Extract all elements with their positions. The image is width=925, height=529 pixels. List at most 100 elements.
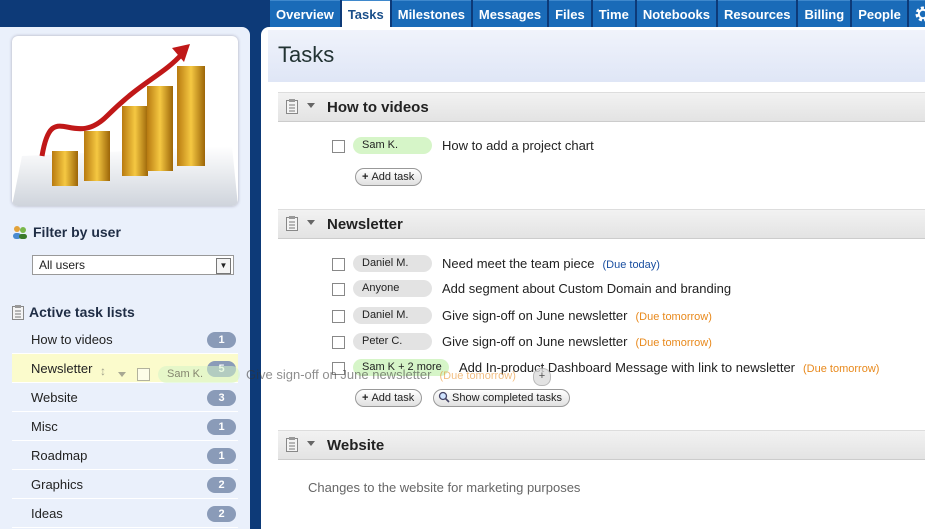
due-date: (Due today) — [602, 259, 660, 271]
assignee-badge: Sam K. — [158, 366, 240, 383]
assignee-badge[interactable]: Anyone — [353, 280, 432, 297]
count-badge: 2 — [207, 477, 236, 493]
due-date: (Due tomorrow) — [803, 363, 880, 375]
user-filter-select[interactable]: All users ▼ — [32, 255, 234, 275]
tab-resources[interactable]: Resources — [717, 0, 797, 27]
list-item-label: Newsletter — [31, 361, 93, 376]
task-checkbox[interactable] — [332, 140, 345, 153]
assignee-badge[interactable]: Peter C. — [353, 333, 432, 350]
task-checkbox — [137, 368, 150, 381]
due-date: (Due tomorrow) — [635, 311, 712, 323]
task-row: Daniel M. Give sign-off on June newslett… — [261, 307, 925, 327]
list-item-misc[interactable]: Misc 1 — [12, 412, 238, 441]
task-label: Give sign-off on June newsletter — [442, 334, 628, 349]
gear-icon[interactable] — [908, 0, 925, 27]
assignee-badge[interactable]: Daniel M. — [353, 255, 432, 272]
list-item-label: Website — [31, 390, 78, 405]
assignee-badge[interactable]: Daniel M. — [353, 307, 432, 324]
drop-plus-icon: + — [533, 368, 551, 386]
clipboard-icon — [286, 437, 298, 452]
list-item-label: Graphics — [31, 477, 84, 492]
tab-milestones[interactable]: Milestones — [391, 0, 471, 27]
tab-billing[interactable]: Billing — [798, 0, 851, 27]
list-item-label: How to videos — [31, 332, 113, 347]
collapse-triangle-icon[interactable] — [307, 220, 315, 225]
due-date: (Due tomorrow) — [439, 370, 516, 382]
section-description: Changes to the website for marketing pur… — [308, 480, 581, 495]
filter-by-user-heading: Filter by user — [12, 224, 121, 240]
lists-heading-label: Active task lists — [29, 304, 135, 320]
section-title: How to videos — [327, 99, 429, 116]
task-row: Daniel M. Need meet the team piece (Due t… — [261, 255, 925, 275]
count-badge: 2 — [207, 506, 236, 522]
task-checkbox[interactable] — [332, 310, 345, 323]
section-header-how-to-videos[interactable]: How to videos — [278, 92, 925, 122]
list-item-graphics[interactable]: Graphics 2 — [12, 470, 238, 499]
show-completed-label: Show completed tasks — [452, 392, 563, 404]
chevron-down-icon[interactable]: ▼ — [216, 258, 231, 274]
task-row: Peter C. Give sign-off on June newslette… — [261, 333, 925, 353]
clipboard-icon — [286, 216, 298, 231]
list-item-how-to-videos[interactable]: How to videos 1 — [12, 325, 238, 354]
page-title: Tasks — [278, 42, 335, 67]
plus-icon: + — [362, 392, 369, 404]
tab-messages[interactable]: Messages — [472, 0, 548, 27]
section-header-newsletter[interactable]: Newsletter — [278, 209, 925, 239]
task-text[interactable]: Give sign-off on June newsletter (Due tom… — [442, 308, 712, 323]
plus-icon: + — [362, 171, 369, 183]
task-row: Anyone Add segment about Custom Domain a… — [261, 280, 925, 300]
list-item-label: Misc — [31, 419, 58, 434]
active-task-lists-heading: Active task lists — [12, 304, 135, 320]
tab-time[interactable]: Time — [592, 0, 635, 27]
page-header: Tasks — [268, 30, 925, 82]
drag-handle-icon[interactable]: ↕ — [100, 364, 106, 378]
dragged-task-ghost[interactable]: ↕ Sam K. Give sign-off on June newslette… — [100, 364, 560, 386]
tab-people[interactable]: People — [852, 0, 907, 27]
main-panel: Tasks How to videos Sam K. How to add a … — [261, 27, 925, 529]
project-logo-image — [12, 36, 238, 206]
add-task-label: Add task — [371, 171, 415, 183]
task-text[interactable]: Need meet the team piece (Due today) — [442, 256, 660, 271]
list-item-roadmap[interactable]: Roadmap 1 — [12, 441, 238, 470]
list-item-website[interactable]: Website 3 — [12, 383, 238, 412]
collapse-triangle-icon[interactable] — [307, 103, 315, 108]
count-badge: 1 — [207, 332, 236, 348]
filter-heading-label: Filter by user — [33, 224, 121, 240]
task-text[interactable]: Add segment about Custom Domain and bran… — [442, 281, 731, 296]
count-badge: 3 — [207, 390, 236, 406]
section-title: Website — [327, 437, 385, 454]
section-header-website[interactable]: Website — [278, 430, 925, 460]
task-text[interactable]: How to add a project chart — [442, 138, 594, 153]
tab-files[interactable]: Files — [549, 0, 591, 27]
show-completed-tasks-button[interactable]: Show completed tasks — [433, 389, 571, 407]
section-title: Newsletter — [327, 216, 403, 233]
task-checkbox[interactable] — [332, 258, 345, 271]
tab-notebooks[interactable]: Notebooks — [636, 0, 716, 27]
task-checkbox[interactable] — [332, 336, 345, 349]
task-text: Give sign-off on June newsletter (Due tom… — [246, 367, 516, 382]
top-nav: Overview Tasks Milestones Messages Files… — [270, 0, 925, 27]
task-row: Sam K. How to add a project chart — [261, 137, 925, 157]
collapse-triangle-icon[interactable] — [307, 441, 315, 446]
task-checkbox[interactable] — [332, 283, 345, 296]
list-item-label: Roadmap — [31, 448, 88, 463]
assignee-badge[interactable]: Sam K. — [353, 137, 432, 154]
count-badge: 1 — [207, 448, 236, 464]
add-task-label: Add task — [371, 392, 415, 404]
tab-tasks[interactable]: Tasks — [341, 0, 390, 27]
magnifier-icon — [438, 391, 450, 403]
count-badge: 1 — [207, 419, 236, 435]
task-text[interactable]: Give sign-off on June newsletter (Due tom… — [442, 334, 712, 349]
add-task-button[interactable]: + Add task — [355, 168, 423, 186]
list-item-ideas[interactable]: Ideas 2 — [12, 499, 238, 528]
list-item-label: Ideas — [31, 506, 63, 521]
clipboard-icon — [286, 99, 298, 114]
due-date: (Due tomorrow) — [635, 337, 712, 349]
tab-overview[interactable]: Overview — [270, 0, 340, 27]
task-label: Need meet the team piece — [442, 256, 595, 271]
users-icon — [13, 226, 27, 239]
add-task-button[interactable]: + Add task — [355, 389, 423, 407]
task-label: Give sign-off on June newsletter — [246, 367, 432, 382]
collapse-triangle-icon — [118, 372, 126, 377]
task-label: Give sign-off on June newsletter — [442, 308, 628, 323]
